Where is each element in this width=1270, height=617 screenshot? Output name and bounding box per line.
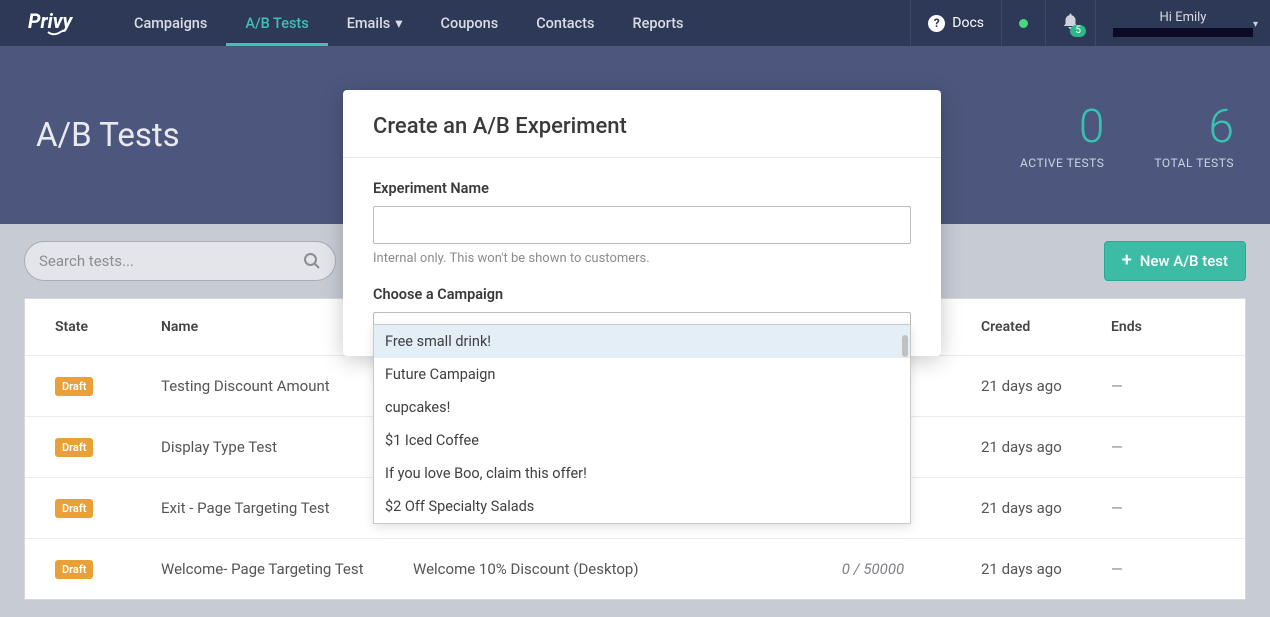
docs-label: Docs	[952, 15, 984, 31]
logo[interactable]: Privy	[0, 10, 115, 36]
campaign-label: Choose a Campaign	[373, 286, 911, 303]
modal-header: Create an A/B Experiment	[343, 90, 941, 158]
stat-label: ACTIVE TESTS	[1020, 156, 1104, 170]
nav-coupons[interactable]: Coupons	[422, 0, 518, 46]
dropdown-option[interactable]: Free small drink!	[374, 325, 910, 358]
cell-name: Display Type Test	[143, 417, 395, 478]
stat-num: 0	[1020, 100, 1104, 154]
modal-title: Create an A/B Experiment	[373, 114, 911, 139]
cell-name: Testing Discount Amount	[143, 356, 395, 417]
nav-label: Emails	[347, 15, 391, 32]
cell-ends: —	[1093, 356, 1245, 417]
dropdown-option[interactable]: cupcakes!	[374, 391, 910, 424]
experiment-name-label: Experiment Name	[373, 180, 911, 197]
stat-label: TOTAL TESTS	[1154, 156, 1234, 170]
nav-ab-tests[interactable]: A/B Tests	[226, 0, 327, 46]
th-created[interactable]: Created	[963, 299, 1093, 356]
cell-created: 21 days ago	[963, 356, 1093, 417]
cell-ends: —	[1093, 478, 1245, 539]
cell-created: 21 days ago	[963, 539, 1093, 600]
status-dot[interactable]	[1001, 0, 1045, 46]
svg-text:Privy: Privy	[28, 10, 74, 33]
dropdown-scrollbar[interactable]	[902, 335, 908, 357]
nav-items: Campaigns A/B Tests Emails▾ Coupons Cont…	[115, 0, 703, 46]
cell-created: 21 days ago	[963, 478, 1093, 539]
cell-sessions: 0 / 50000	[783, 539, 963, 600]
user-greeting: Hi Emily	[1160, 10, 1207, 25]
help-icon: ?	[928, 15, 945, 32]
state-badge: Draft	[55, 377, 93, 396]
experiment-name-hint: Internal only. This won't be shown to cu…	[373, 251, 911, 266]
caret-down-icon: ▾	[395, 15, 402, 32]
cell-name: Welcome- Page Targeting Test	[143, 539, 395, 600]
search-input[interactable]	[39, 252, 303, 270]
nav-emails[interactable]: Emails▾	[328, 0, 422, 46]
new-btn-label: New A/B test	[1140, 252, 1228, 270]
th-ends[interactable]: Ends	[1093, 299, 1245, 356]
nav-label: Reports	[632, 15, 683, 32]
dropdown-option[interactable]: $2 Off Specialty Salads	[374, 490, 910, 523]
notifications[interactable]: 5	[1045, 0, 1095, 46]
nav-right: ? Docs 5 Hi Emily ▾	[910, 0, 1270, 46]
dropdown-option[interactable]: $1 Iced Coffee	[374, 424, 910, 457]
cell-created: 21 days ago	[963, 417, 1093, 478]
caret-down-icon: ▾	[1253, 19, 1258, 30]
top-nav: Privy Campaigns A/B Tests Emails▾ Coupon…	[0, 0, 1270, 46]
nav-label: Coupons	[441, 15, 499, 32]
new-ab-test-button[interactable]: + New A/B test	[1104, 241, 1246, 281]
experiment-name-input[interactable]	[373, 206, 911, 244]
cell-name: Exit - Page Targeting Test	[143, 478, 395, 539]
user-menu[interactable]: Hi Emily ▾	[1095, 0, 1270, 46]
dropdown-option[interactable]: Future Campaign	[374, 358, 910, 391]
nav-contacts[interactable]: Contacts	[517, 0, 613, 46]
search-icon	[303, 252, 321, 270]
stat-total: 6 TOTAL TESTS	[1154, 100, 1234, 170]
user-redacted	[1113, 28, 1253, 37]
nav-label: Contacts	[536, 15, 594, 32]
nav-campaigns[interactable]: Campaigns	[115, 0, 226, 46]
notif-badge: 5	[1070, 25, 1086, 37]
th-state[interactable]: State	[25, 299, 143, 356]
campaign-dropdown[interactable]: Free small drink!Future Campaigncupcakes…	[373, 324, 911, 524]
dropdown-option[interactable]: If you love Boo, claim this offer!	[374, 457, 910, 490]
table-row[interactable]: Draft Welcome- Page Targeting TestWelcome…	[25, 539, 1245, 600]
stat-num: 6	[1154, 100, 1234, 154]
nav-label: Campaigns	[134, 15, 207, 32]
cell-campaign: Welcome 10% Discount (Desktop)	[395, 539, 783, 600]
stat-active: 0 ACTIVE TESTS	[1020, 100, 1104, 170]
online-dot-icon	[1019, 19, 1028, 28]
plus-icon: +	[1122, 252, 1132, 270]
nav-label: A/B Tests	[245, 15, 308, 32]
docs-link[interactable]: ? Docs	[910, 0, 1001, 46]
search-box[interactable]	[24, 241, 336, 281]
state-badge: Draft	[55, 560, 93, 579]
create-experiment-modal: Create an A/B Experiment Experiment Name…	[343, 90, 941, 356]
state-badge: Draft	[55, 499, 93, 518]
cell-ends: —	[1093, 539, 1245, 600]
state-badge: Draft	[55, 438, 93, 457]
nav-reports[interactable]: Reports	[613, 0, 702, 46]
cell-ends: —	[1093, 417, 1245, 478]
